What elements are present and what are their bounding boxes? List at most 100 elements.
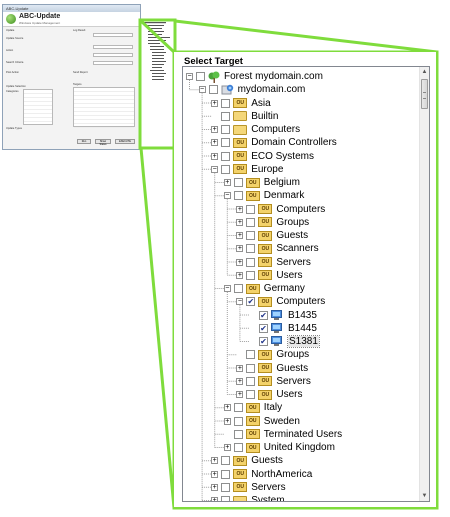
expand-icon[interactable]: + — [223, 179, 231, 186]
tree-checkbox[interactable] — [233, 429, 243, 439]
expand-icon[interactable]: + — [211, 457, 219, 465]
tree-item[interactable]: + OU ECO Systems — [211, 150, 314, 163]
execute-button[interactable]: EXECUTE — [115, 139, 135, 144]
show-status-button[interactable]: Show Status — [95, 139, 111, 146]
expand-icon[interactable]: + — [236, 271, 244, 279]
mail-server-field[interactable] — [93, 45, 133, 49]
expand-icon[interactable]: + — [211, 139, 219, 147]
expand-icon[interactable]: + — [211, 497, 219, 501]
tree-item[interactable]: − OU Denmark — [223, 189, 304, 202]
tree-checkbox[interactable] — [246, 350, 256, 360]
tree-checkbox[interactable] — [221, 496, 231, 501]
expand-icon[interactable]: + — [211, 99, 219, 107]
tree-item[interactable]: + OU Domain Controllers — [211, 136, 337, 149]
tree-item[interactable]: + OU United Kingdom — [223, 441, 335, 454]
tree-item[interactable]: + OU Users — [236, 269, 303, 282]
collapse-icon[interactable]: − — [198, 86, 206, 94]
tree-checkbox[interactable] — [246, 244, 256, 254]
tree-checkbox[interactable]: ✔ — [259, 337, 268, 346]
collapse-icon[interactable]: − — [211, 165, 219, 173]
tree-checkbox[interactable] — [208, 85, 218, 95]
tree-item[interactable]: + Computers — [211, 123, 300, 136]
tree-checkbox[interactable] — [233, 403, 243, 413]
tree-item[interactable]: − OU Europe — [211, 163, 283, 176]
expand-icon[interactable]: + — [223, 417, 231, 425]
tree-item[interactable]: − Forest mydomain.com — [186, 70, 323, 83]
tree-checkbox[interactable] — [221, 456, 231, 466]
tree-checkbox[interactable] — [221, 151, 231, 161]
vertical-scrollbar[interactable]: ▲ ▼ — [419, 67, 429, 501]
tree-item[interactable]: + System — [211, 494, 285, 501]
target-tree[interactable]: ▲ ▼ − Forest mydomain.com − mydomain.com + OU… — [182, 66, 430, 502]
expand-icon[interactable]: + — [223, 404, 231, 412]
collapse-icon[interactable]: − — [223, 285, 231, 292]
tree-checkbox[interactable] — [233, 443, 243, 452]
tree-checkbox[interactable] — [233, 416, 243, 426]
tree-item[interactable]: ✔ B1445 — [249, 322, 317, 335]
tree-item[interactable]: + OU Users — [236, 388, 303, 401]
tree-checkbox[interactable] — [233, 178, 243, 187]
tree-checkbox[interactable] — [246, 217, 256, 227]
collapse-icon[interactable]: − — [223, 192, 231, 200]
mail-from-field[interactable] — [93, 53, 133, 57]
tree-item[interactable]: Builtin — [211, 110, 278, 123]
expand-icon[interactable]: + — [236, 391, 244, 398]
expand-icon[interactable]: + — [236, 245, 244, 253]
tree-item[interactable]: − OU Germany — [223, 282, 305, 295]
tree-item[interactable]: ✔ B1435 — [249, 309, 317, 322]
expand-icon[interactable]: + — [236, 377, 244, 385]
tree-checkbox[interactable] — [221, 125, 231, 134]
expand-icon[interactable]: + — [236, 364, 244, 372]
scroll-down-icon[interactable]: ▼ — [420, 491, 429, 501]
tree-checkbox[interactable] — [221, 482, 231, 492]
expand-icon[interactable]: + — [236, 205, 244, 213]
tree-item[interactable]: + OU Belgium — [223, 176, 300, 189]
tree-item[interactable]: OU Terminated Users — [224, 428, 342, 441]
expand-icon[interactable]: + — [211, 483, 219, 491]
targets-list[interactable] — [73, 87, 135, 128]
tree-checkbox[interactable] — [221, 111, 231, 121]
scroll-up-icon[interactable]: ▲ — [420, 67, 429, 77]
tree-item[interactable]: + OU Computers — [236, 203, 325, 216]
collapse-icon[interactable]: − — [236, 298, 244, 306]
tree-checkbox[interactable] — [233, 284, 243, 293]
tree-checkbox[interactable] — [221, 164, 231, 174]
tree-item[interactable]: ✔ S1381 — [249, 335, 320, 348]
tree-checkbox[interactable]: ✔ — [246, 297, 256, 307]
expand-icon[interactable]: + — [236, 232, 244, 239]
tree-item[interactable]: + OU Guests — [236, 362, 308, 375]
tree-checkbox[interactable] — [196, 72, 205, 81]
tree-checkbox[interactable] — [221, 469, 231, 479]
tree-item[interactable]: + OU Servers — [211, 481, 286, 494]
scroll-thumb[interactable] — [421, 79, 428, 109]
tree-checkbox[interactable] — [246, 363, 256, 373]
log-field[interactable] — [93, 33, 133, 37]
categories-list[interactable] — [23, 89, 53, 125]
tree-item[interactable]: OU Groups — [236, 348, 309, 361]
tree-checkbox[interactable] — [246, 390, 256, 399]
tree-checkbox[interactable] — [221, 138, 231, 148]
tree-checkbox[interactable] — [246, 376, 256, 386]
tree-checkbox[interactable]: ✔ — [259, 310, 268, 320]
tree-item[interactable]: + OU Guests — [236, 229, 308, 242]
tree-item[interactable]: + OU Scanners — [236, 242, 319, 255]
tree-checkbox[interactable] — [246, 270, 256, 280]
tree-checkbox[interactable] — [246, 231, 256, 240]
mail-to-field[interactable] — [93, 61, 133, 65]
tree-checkbox[interactable] — [221, 98, 231, 108]
tree-item[interactable]: + OU Groups — [236, 216, 309, 229]
expand-icon[interactable]: + — [236, 218, 244, 226]
tree-item[interactable]: + OU Servers — [236, 375, 311, 388]
tree-item[interactable]: + OU Italy — [223, 401, 282, 414]
tree-item[interactable]: − mydomain.com — [198, 83, 305, 96]
tree-item[interactable]: + OU NorthAmerica — [211, 468, 312, 481]
tree-checkbox[interactable]: ✔ — [259, 323, 268, 333]
tree-checkbox[interactable] — [233, 191, 243, 201]
expand-icon[interactable]: + — [236, 258, 244, 266]
tree-item[interactable]: − ✔ OU Computers — [236, 295, 325, 308]
tree-checkbox[interactable] — [246, 204, 256, 214]
expand-icon[interactable]: + — [211, 126, 219, 133]
tree-item[interactable]: + OU Guests — [211, 454, 283, 467]
tree-item[interactable]: + OU Asia — [211, 97, 271, 110]
run-button[interactable]: Run — [77, 139, 91, 144]
